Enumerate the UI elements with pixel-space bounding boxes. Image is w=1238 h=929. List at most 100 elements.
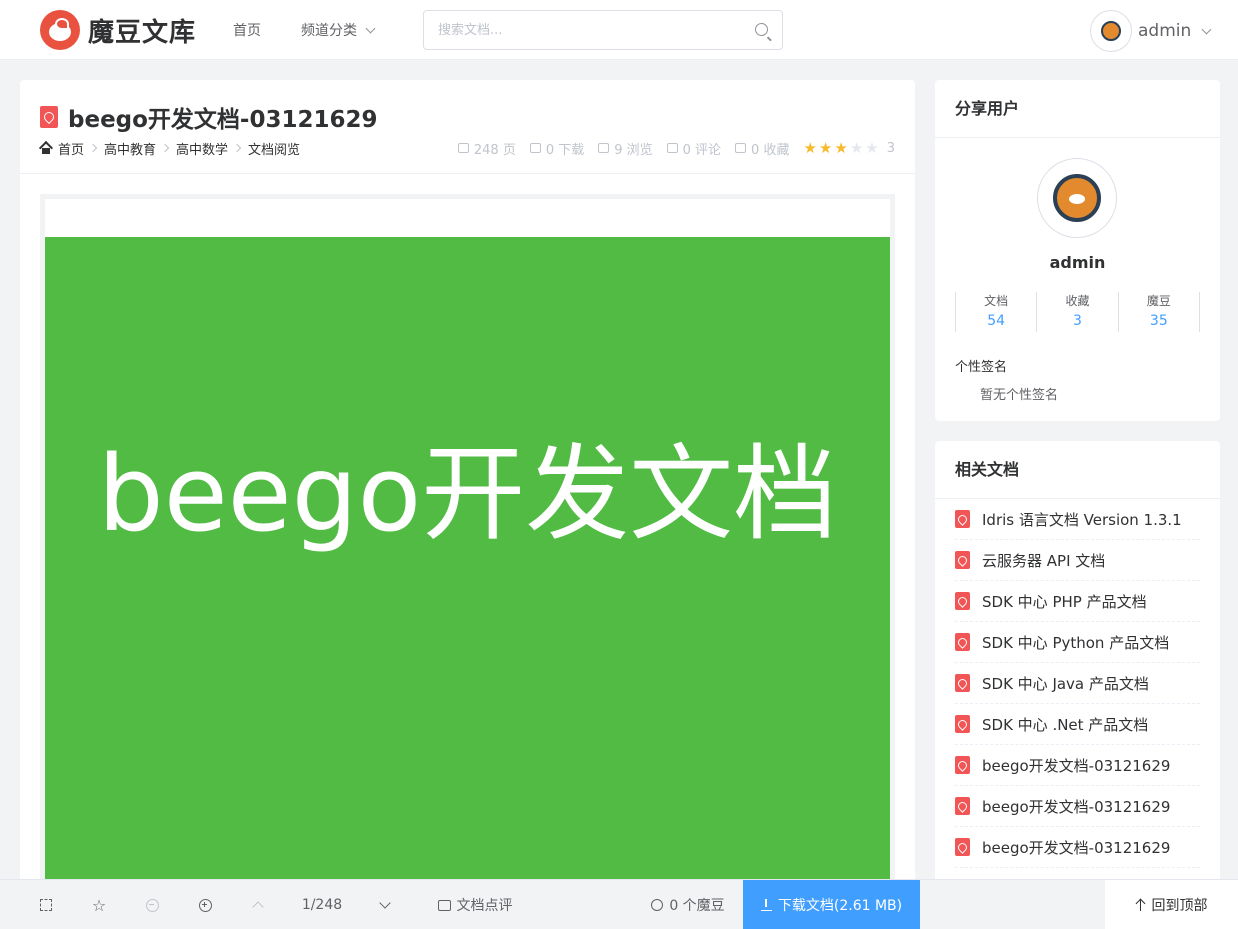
related-list: Idris 语言文档 Version 1.3.1 云服务器 API 文档 SDK…: [935, 499, 1220, 868]
stat-views-text: 9 浏览: [614, 142, 653, 158]
star-filled-icon[interactable]: ★: [819, 139, 834, 157]
document-cover: beego开发文档: [45, 237, 890, 929]
avatar[interactable]: [1037, 158, 1117, 238]
sharer-stat-label: 魔豆: [1146, 294, 1171, 308]
download-button[interactable]: 下载文档(2.61 MB): [743, 880, 920, 929]
list-item[interactable]: SDK 中心 .Net 产品文档: [955, 704, 1200, 745]
fullscreen-icon: [40, 899, 52, 911]
stat-favorites: 0 收藏: [735, 139, 789, 158]
download-button-label: 下载文档(2.61 MB): [777, 898, 903, 914]
comment-button[interactable]: 文档点评: [430, 880, 520, 929]
logo-bean-icon: [40, 10, 80, 50]
nav-home[interactable]: 首页: [233, 0, 261, 60]
favorite-button[interactable]: ☆: [79, 880, 119, 929]
pdf-icon: [955, 510, 970, 528]
stat-downloads-text: 0 下载: [545, 142, 585, 158]
page-indicator[interactable]: 1/248: [292, 880, 352, 929]
list-item[interactable]: Idris 语言文档 Version 1.3.1: [955, 499, 1200, 540]
related-heading: 相关文档: [935, 441, 1220, 499]
avatar: [1090, 10, 1132, 52]
list-item[interactable]: SDK 中心 Java 产品文档: [955, 663, 1200, 704]
sharer-stat-label: 文档: [984, 294, 1009, 308]
related-item-title: beego开发文档-03121629: [982, 838, 1171, 857]
chevron-down-icon: [365, 23, 376, 33]
pages-icon: [457, 143, 469, 153]
related-item-title: Idris 语言文档 Version 1.3.1: [982, 510, 1182, 529]
pdf-icon: [955, 715, 970, 733]
rating-score: 3: [886, 140, 895, 156]
list-item[interactable]: SDK 中心 PHP 产品文档: [955, 581, 1200, 622]
sharer-stat-favorites: 收藏 3: [1036, 292, 1117, 332]
related-docs-card: 相关文档 Idris 语言文档 Version 1.3.1 云服务器 API 文…: [935, 441, 1220, 929]
user-name: admin: [1138, 21, 1192, 41]
stat-pages: 248 页: [457, 139, 516, 158]
search-input[interactable]: [438, 20, 738, 40]
tiger-avatar-icon: [1053, 174, 1101, 222]
pdf-icon: [955, 797, 970, 815]
coin-balance-text: 0 个魔豆: [669, 898, 725, 914]
stat-views: 9 浏览: [598, 139, 653, 158]
rating-stars[interactable]: ★★★★★: [803, 139, 880, 157]
sharer-stat-label: 收藏: [1065, 294, 1090, 308]
eye-icon: [598, 143, 610, 153]
comment-icon: [666, 143, 678, 153]
breadcrumb-level-2[interactable]: 高中数学: [176, 139, 228, 158]
next-page-button[interactable]: [365, 880, 405, 929]
cover-title: beego开发文档: [97, 433, 838, 555]
star-outline-icon: ☆: [91, 895, 107, 915]
document-viewer[interactable]: beego开发文档: [40, 194, 895, 929]
list-item[interactable]: beego开发文档-03121629: [955, 745, 1200, 786]
related-item-title: beego开发文档-03121629: [982, 797, 1171, 816]
star-filled-icon[interactable]: ★: [803, 139, 818, 157]
reader-toolbar: ☆ 1/248 文档点评 0 个魔豆 下载文档(2.61 MB) 回到顶部: [0, 879, 1238, 929]
fullscreen-button[interactable]: [26, 880, 66, 929]
pdf-icon: [40, 106, 58, 128]
search-icon[interactable]: [755, 23, 768, 36]
related-item-title: beego开发文档-03121629: [982, 756, 1171, 775]
sharer-name[interactable]: admin: [935, 253, 1220, 272]
breadcrumb-home[interactable]: 首页: [58, 139, 84, 158]
pdf-icon: [955, 633, 970, 651]
comment-icon: [437, 899, 451, 911]
breadcrumb-current: 文档阅览: [248, 142, 301, 158]
document-stats: 248 页 0 下载 9 浏览 0 评论 0 收藏 ★★★★★ 3: [444, 138, 895, 158]
sharer-stat-docs: 文档 54: [955, 292, 1036, 332]
list-item[interactable]: beego开发文档-03121629: [955, 827, 1200, 868]
list-item[interactable]: beego开发文档-03121629: [955, 786, 1200, 827]
nav-category[interactable]: 频道分类: [301, 0, 376, 60]
stat-comments: 0 评论: [666, 139, 721, 158]
user-menu[interactable]: admin: [1090, 10, 1212, 52]
list-item[interactable]: 云服务器 API 文档: [955, 540, 1200, 581]
pdf-icon: [955, 551, 970, 569]
coin-balance: 0 个魔豆: [640, 880, 736, 929]
pdf-icon: [955, 756, 970, 774]
tiger-avatar-icon: [1101, 21, 1121, 41]
sharer-stat-value: 54: [987, 313, 1006, 329]
logo-text: 魔豆文库: [88, 17, 197, 48]
star-empty-icon[interactable]: ★: [865, 139, 880, 157]
document-page: beego开发文档: [45, 199, 890, 929]
zoom-in-button[interactable]: [185, 880, 225, 929]
site-logo[interactable]: 魔豆文库: [40, 10, 196, 50]
nav-category-label: 频道分类: [301, 23, 357, 39]
chevron-up-icon: [252, 901, 264, 913]
star-filled-icon[interactable]: ★: [834, 139, 849, 157]
breadcrumb-level-1[interactable]: 高中教育: [104, 139, 156, 158]
related-item-title: 云服务器 API 文档: [982, 551, 1106, 570]
sharer-card: 分享用户 admin 文档 54 收藏 3 魔豆 35 个性签名 暂无个性签名: [935, 80, 1220, 421]
breadcrumb: 首页 高中教育 高中数学 文档阅览: [40, 138, 300, 158]
star-outline-icon: [735, 143, 747, 153]
back-to-top-button[interactable]: 回到顶部: [1105, 880, 1238, 929]
list-item[interactable]: SDK 中心 Python 产品文档: [955, 622, 1200, 663]
document-title-row: beego开发文档-03121629: [40, 100, 378, 134]
download-icon: [760, 899, 772, 911]
chevron-right-icon: [160, 143, 170, 153]
page-title: beego开发文档-03121629: [68, 107, 378, 133]
top-header: 魔豆文库 首页 频道分类 admin: [0, 0, 1238, 60]
pdf-icon: [955, 838, 970, 856]
comment-button-label: 文档点评: [456, 898, 513, 914]
zoom-out-button[interactable]: [132, 880, 172, 929]
star-empty-icon[interactable]: ★: [850, 139, 865, 157]
related-item-title: SDK 中心 Java 产品文档: [982, 674, 1149, 693]
prev-page-button[interactable]: [238, 880, 278, 929]
